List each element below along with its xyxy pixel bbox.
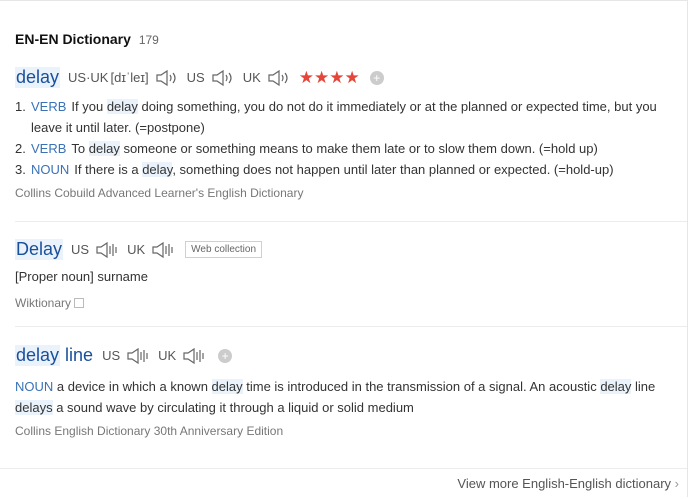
part-of-speech: VERB	[31, 99, 67, 114]
highlighted-word: delay	[211, 379, 243, 394]
us-label: US	[71, 242, 90, 257]
speaker-icon[interactable]	[155, 69, 179, 87]
def-text: VERB To delay someone or something means …	[31, 138, 598, 159]
view-more-link[interactable]: View more English-English dictionary ›	[457, 476, 679, 491]
entry-head: delay line US UK +	[15, 345, 679, 366]
entry-body: [Proper noun] surname	[15, 269, 148, 284]
result-count: 179	[138, 33, 159, 47]
definition-item: 3. NOUN If there is a delay, something do…	[15, 159, 679, 180]
def-number: 3.	[15, 162, 26, 177]
divider	[15, 221, 687, 222]
dictionary-source: Collins English Dictionary 30th Annivers…	[15, 424, 284, 438]
def-text: time is introduced in the transmission o…	[242, 379, 601, 394]
definition-item: 2. VERB To delay someone or something mea…	[15, 138, 679, 159]
phonetic-label: US·UK	[68, 70, 109, 85]
entry-head: delay US·UK [dɪˈleɪ] US UK ★★★★ +	[15, 67, 679, 88]
us-speaker-icon[interactable]	[211, 69, 235, 87]
entry-delay-line: delay line US UK + NOUN a device in whic…	[15, 345, 679, 438]
def-pre: To	[71, 141, 89, 156]
us-label: US	[186, 70, 205, 85]
def-post: someone or something means to make them …	[119, 141, 598, 156]
uk-speaker-icon[interactable]	[151, 241, 175, 259]
def-pre: If there is a	[74, 162, 143, 177]
uk-label: UK	[158, 348, 177, 363]
headword-part[interactable]: line	[64, 345, 94, 366]
headword-part[interactable]: delay	[15, 345, 61, 366]
definitions: 1. VERB If you delay doing something, you…	[15, 96, 679, 180]
uk-label: UK	[127, 242, 146, 257]
phonetic: [dɪˈleɪ]	[110, 70, 149, 85]
highlighted-word: delay	[106, 99, 138, 114]
def-number: 1.	[15, 99, 26, 114]
part-of-speech: VERB	[31, 141, 67, 156]
def-text: VERB If you delay doing something, you do…	[31, 96, 679, 138]
headword[interactable]: delay	[15, 67, 61, 88]
definition-text: NOUN a device in which a known delay tim…	[15, 376, 679, 418]
entry-delay-proper: Delay US UK Web collection [Proper noun]…	[15, 239, 679, 310]
dictionary-source: Collins Cobuild Advanced Learner's Engli…	[15, 186, 304, 200]
external-link-icon[interactable]	[74, 298, 85, 308]
view-more-label: View more English-English dictionary	[457, 476, 672, 491]
us-label: US	[102, 348, 121, 363]
footer: View more English-English dictionary ›	[0, 468, 687, 499]
source-name: Wiktionary	[15, 296, 72, 310]
uk-label: UK	[242, 70, 261, 85]
highlighted-word: delay	[600, 379, 632, 394]
uk-speaker-icon[interactable]	[182, 347, 206, 365]
dictionary-title: EN-EN Dictionary	[15, 31, 131, 47]
def-number: 2.	[15, 141, 26, 156]
headword[interactable]: Delay	[15, 239, 64, 260]
rating-stars: ★★★★	[298, 67, 360, 87]
highlighted-word: delay	[142, 162, 173, 177]
us-speaker-icon[interactable]	[95, 241, 119, 259]
chevron-right-icon: ›	[674, 476, 679, 491]
dictionary-source: Wiktionary	[15, 296, 679, 310]
us-speaker-icon[interactable]	[126, 347, 150, 365]
entry-delay: delay US·UK [dɪˈleɪ] US UK ★★★★ + 1. VER…	[15, 67, 679, 200]
def-pre: If you	[71, 99, 107, 114]
divider	[15, 326, 687, 327]
def-text: NOUN If there is a delay, something does …	[31, 159, 614, 180]
part-of-speech: NOUN	[15, 379, 54, 394]
definition-item: 1. VERB If you delay doing something, you…	[15, 96, 679, 138]
entry-head: Delay US UK Web collection	[15, 239, 679, 260]
add-wordbook-icon[interactable]: +	[369, 70, 384, 85]
def-post: , something does not happen until later …	[172, 162, 614, 177]
dictionary-header: EN-EN Dictionary 179	[15, 31, 159, 47]
add-wordbook-icon[interactable]: +	[218, 348, 233, 363]
highlighted-word: delays	[15, 400, 53, 415]
uk-speaker-icon[interactable]	[267, 69, 291, 87]
def-text: a device in which a known	[53, 379, 212, 394]
dictionary-panel: EN-EN Dictionary 179 delay US·UK [dɪˈleɪ…	[0, 0, 688, 497]
def-text: line	[631, 379, 656, 394]
highlighted-word: delay	[88, 141, 120, 156]
part-of-speech: NOUN	[31, 162, 70, 177]
web-collection-badge: Web collection	[185, 241, 263, 258]
def-text: a sound wave by circulating it through a…	[52, 400, 414, 415]
